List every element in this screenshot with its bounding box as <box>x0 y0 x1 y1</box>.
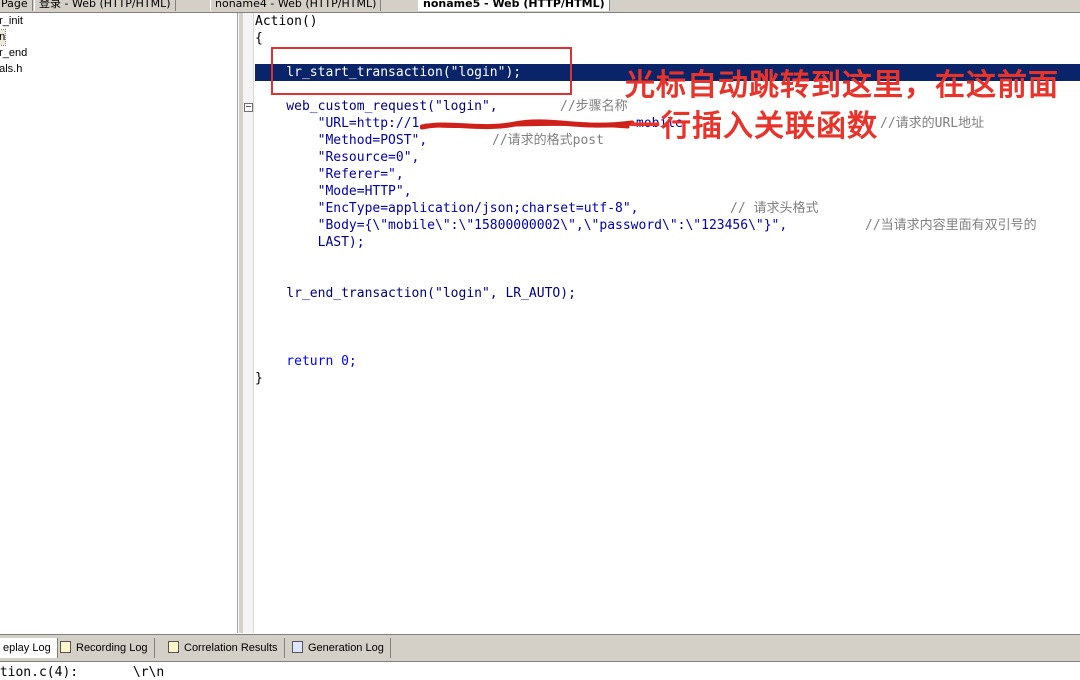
code-comment: //当请求内容里面有双引号的 <box>865 218 1037 233</box>
code-line: LAST); <box>255 235 365 250</box>
annotation-text-line2: 一行插入关联函数 <box>630 109 878 144</box>
correlation-icon <box>168 641 179 653</box>
log-file-icon <box>60 641 71 653</box>
code-comment: //步骤名称 <box>560 99 628 114</box>
code-line: return 0; <box>255 354 357 369</box>
tab-noname4[interactable]: noname4 - Web (HTTP/HTML) <box>210 0 382 11</box>
tab-generation-log[interactable]: Generation Log <box>288 638 391 658</box>
log-output-line: ction.c(4): \r\n <box>0 665 165 680</box>
tab-correlation-results[interactable]: Correlation Results <box>164 638 285 658</box>
code-line: "Mode=HTTP", <box>255 184 412 199</box>
generation-log-icon <box>292 641 303 653</box>
code-line: web_custom_request("login", <box>255 99 498 114</box>
code-line: "URL=http://1 <box>255 116 420 131</box>
tab-label: Generation Log <box>308 642 384 654</box>
tab-login-script[interactable]: 登录 - Web (HTTP/HTML) <box>34 0 176 11</box>
annotation-highlight-box <box>271 47 572 95</box>
document-tab-bar: Page 登录 - Web (HTTP/HTML) noname4 - Web … <box>0 0 1080 13</box>
fold-minus-icon[interactable]: − <box>244 103 253 112</box>
tree-item-vuser-end[interactable]: er_end <box>0 46 27 61</box>
tree-item-action[interactable]: on <box>0 29 7 46</box>
code-comment: //请求的URL地址 <box>880 116 985 131</box>
tab-page[interactable]: Page <box>0 0 33 11</box>
editor-gutter: − <box>243 13 254 633</box>
tree-item-vuser-init[interactable]: er_init <box>0 14 23 29</box>
script-tree-panel: er_init on er_end bals.h <box>0 13 238 633</box>
code-comment: // 请求头格式 <box>730 201 819 216</box>
redaction-scribble <box>420 119 635 130</box>
tree-item-globals[interactable]: bals.h <box>0 62 22 77</box>
code-line: lr_end_transaction("login", LR_AUTO); <box>255 286 576 301</box>
code-line: "Body={\"mobile\":\"15800000002\",\"pass… <box>255 218 788 233</box>
code-line: Action() <box>255 14 318 29</box>
code-line: "Resource=0", <box>255 150 420 165</box>
code-line: "EncType=application/json;charset=utf-8"… <box>255 201 639 216</box>
annotation-text-line1: 光标自动跳转到这里，在这前面 <box>625 68 1059 103</box>
tab-replay-log[interactable]: eplay Log <box>0 638 58 658</box>
tab-label: Correlation Results <box>184 642 278 654</box>
code-line: "Referer=", <box>255 167 404 182</box>
code-line: "Method=POST", <box>255 133 428 148</box>
code-line: { <box>255 31 263 46</box>
tab-label: Recording Log <box>76 642 148 654</box>
code-comment: //请求的格式post <box>492 133 604 148</box>
code-line: } <box>255 371 263 386</box>
tab-label: eplay Log <box>3 642 51 654</box>
tab-noname5[interactable]: noname5 - Web (HTTP/HTML) <box>418 0 610 11</box>
output-tab-bar: eplay Log Recording Log Correlation Resu… <box>0 634 1080 662</box>
tab-recording-log[interactable]: Recording Log <box>56 638 155 658</box>
